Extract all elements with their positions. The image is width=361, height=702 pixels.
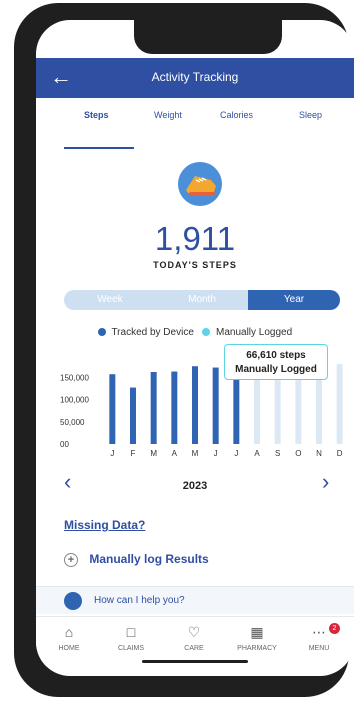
x-tick-label: M bbox=[192, 449, 199, 458]
year-label: 2023 bbox=[182, 480, 208, 492]
assistant-avatar-icon bbox=[64, 592, 82, 610]
y-tick-label: 50,000 bbox=[60, 418, 85, 427]
chevron-right-icon[interactable]: › bbox=[322, 470, 342, 494]
manual-legend-dot-icon bbox=[202, 328, 211, 337]
x-tick-label: D bbox=[337, 449, 343, 458]
legend-manual-label: Manually Logged bbox=[216, 327, 293, 338]
nav-pharmacy[interactable]: ▦ PHARMACY bbox=[226, 623, 288, 652]
nav-claims-label: CLAIMS bbox=[117, 645, 145, 652]
x-tick-label: F bbox=[131, 449, 136, 458]
app-header: ← Activity Tracking bbox=[36, 58, 354, 98]
range-month-button[interactable]: Month bbox=[156, 290, 248, 310]
tracked-bar[interactable] bbox=[109, 374, 116, 444]
empty-bar bbox=[336, 364, 343, 444]
nav-care[interactable]: ♡ CARE bbox=[163, 623, 225, 652]
menu-badge: 2 bbox=[329, 623, 340, 634]
nav-home[interactable]: ⌂ HOME bbox=[38, 623, 100, 652]
heart-pulse-icon: ♡ bbox=[187, 624, 201, 640]
x-tick-label: A bbox=[254, 449, 260, 458]
tooltip-label: Manually Logged bbox=[235, 364, 317, 375]
phone-frame: ← Activity Tracking Steps Weight Calorie… bbox=[14, 3, 354, 697]
menu-icon: ⋯ bbox=[312, 624, 326, 640]
x-tick-label: N bbox=[316, 449, 322, 458]
range-year-button[interactable]: Year bbox=[248, 290, 340, 310]
range-selector: Week Month Year bbox=[64, 290, 340, 310]
y-tick-label: 150,000 bbox=[60, 373, 89, 382]
tooltip-value: 66,610 steps bbox=[246, 350, 306, 361]
x-tick-label: A bbox=[172, 449, 178, 458]
x-tick-label: O bbox=[295, 449, 301, 458]
pharmacy-icon: ▦ bbox=[250, 624, 264, 640]
app-screen: ← Activity Tracking Steps Weight Calorie… bbox=[36, 20, 354, 676]
help-prompt: How can I help you? bbox=[94, 595, 185, 606]
today-steps-label: TODAY'S STEPS bbox=[153, 260, 237, 270]
legend-tracked-label: Tracked by Device bbox=[111, 327, 194, 338]
help-bar[interactable]: How can I help you? bbox=[36, 586, 354, 614]
tab-weight[interactable]: Weight bbox=[154, 110, 182, 120]
tracked-bar[interactable] bbox=[150, 372, 157, 444]
tracked-legend-dot-icon bbox=[97, 328, 106, 337]
range-week-button[interactable]: Week bbox=[64, 290, 156, 310]
home-indicator bbox=[142, 660, 248, 663]
camera-notch bbox=[134, 20, 282, 54]
home-icon: ⌂ bbox=[64, 624, 74, 640]
active-tab-indicator bbox=[64, 147, 134, 149]
x-tick-label: S bbox=[275, 449, 280, 458]
nav-claims[interactable]: □ CLAIMS bbox=[100, 623, 162, 652]
running-shoe-icon bbox=[178, 162, 222, 206]
x-tick-label: J bbox=[234, 449, 238, 458]
missing-data-link[interactable]: Missing Data? bbox=[64, 518, 145, 532]
tracked-bar[interactable] bbox=[171, 371, 178, 444]
tracked-bar[interactable] bbox=[192, 366, 198, 444]
nav-pharmacy-label: PHARMACY bbox=[237, 645, 277, 652]
today-steps-value: 1,911 bbox=[154, 220, 236, 257]
chart-tooltip: 66,610 steps Manually Logged bbox=[224, 344, 328, 380]
clipboard-icon: □ bbox=[126, 624, 136, 640]
x-tick-label: M bbox=[150, 449, 157, 458]
page-title: Activity Tracking bbox=[151, 70, 239, 84]
plus-circle-icon: + bbox=[64, 552, 78, 567]
tracked-bar[interactable] bbox=[212, 367, 219, 444]
nav-care-label: CARE bbox=[184, 645, 204, 652]
tab-sleep[interactable]: Sleep bbox=[299, 110, 322, 120]
nav-home-label: HOME bbox=[58, 645, 80, 652]
tracked-bar[interactable] bbox=[130, 387, 136, 444]
tab-bar: Steps Weight Calories Sleep bbox=[36, 104, 354, 134]
x-tick-label: J bbox=[214, 449, 218, 458]
manual-log-label: Manually log Results bbox=[89, 552, 209, 566]
x-tick-label: J bbox=[110, 449, 114, 458]
chart-legend: Tracked by Device Manually Logged bbox=[36, 327, 354, 338]
y-tick-label: 00 bbox=[60, 440, 69, 449]
nav-menu-label: MENU bbox=[308, 645, 330, 652]
y-tick-label: 100,000 bbox=[60, 396, 89, 405]
bottom-navigation: ⌂ HOME □ CLAIMS ♡ CARE ▦ PHARMACY ⋯ 2 ME… bbox=[36, 616, 354, 666]
tab-calories[interactable]: Calories bbox=[220, 110, 253, 120]
manual-log-button[interactable]: + Manually log Results bbox=[64, 552, 209, 567]
nav-menu[interactable]: ⋯ 2 MENU bbox=[288, 623, 350, 652]
tab-steps[interactable]: Steps bbox=[84, 110, 109, 120]
